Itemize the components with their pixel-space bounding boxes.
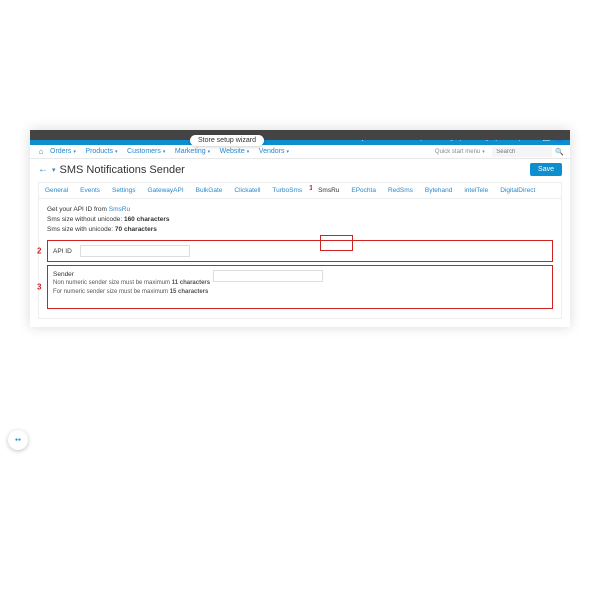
tab-inteltele[interactable]: intelTele — [458, 183, 494, 198]
annotation-3: 3 — [37, 283, 41, 292]
chat-fab[interactable]: ●● — [8, 430, 28, 450]
tab-clickatell[interactable]: Clickatell — [228, 183, 266, 198]
search-input[interactable] — [492, 147, 552, 157]
nav-marketing[interactable]: Marketing — [175, 148, 212, 155]
app-window: ≡ Add-ons Administration Settings Design… — [30, 130, 570, 327]
nav-bar: ⌂ Orders Products Customers Marketing We… — [30, 145, 570, 159]
tab-smsru[interactable]: SmsRu — [312, 183, 345, 198]
search-icon[interactable]: 🔍 — [555, 148, 564, 156]
info-text: Get your API ID from SmsRu Sms size with… — [47, 205, 553, 234]
home-icon[interactable]: ⌂ — [36, 147, 46, 156]
save-button[interactable]: Save — [530, 163, 562, 176]
nav-vendors[interactable]: Vendors — [259, 148, 291, 155]
sender-label: Sender — [53, 270, 213, 279]
quick-start-menu[interactable]: Quick start menu — [435, 149, 486, 155]
sender-hint-1: Non numeric sender size must be maximum … — [53, 279, 213, 287]
nav-customers[interactable]: Customers — [127, 148, 167, 155]
api-id-input[interactable] — [80, 245, 190, 257]
tab-settings[interactable]: Settings — [106, 183, 142, 198]
sender-input[interactable] — [213, 270, 323, 282]
api-id-label: API ID — [53, 247, 72, 256]
settings-panel: GeneralEventsSettingsGatewayAPIBulkGateC… — [38, 182, 562, 319]
nav-orders[interactable]: Orders — [50, 148, 77, 155]
tab-bulkgate[interactable]: BulkGate — [190, 183, 229, 198]
nav-website[interactable]: Website — [220, 148, 251, 155]
tab-content: Get your API ID from SmsRu Sms size with… — [39, 199, 561, 318]
api-id-row: 2 API ID — [47, 240, 553, 262]
page-header: ← ▾ SMS Notifications Sender Save — [30, 159, 570, 180]
tab-bytehand[interactable]: Bytehand — [419, 183, 458, 198]
setup-wizard-pill[interactable]: Store setup wizard — [190, 135, 264, 146]
smsru-link[interactable]: SmsRu — [109, 206, 130, 213]
sender-row: 3 Sender Non numeric sender size must be… — [47, 265, 553, 309]
tab-epochta[interactable]: EPochta — [345, 183, 382, 198]
sender-hint-2: For numeric sender size must be maximum … — [53, 288, 213, 296]
tab-redsms[interactable]: RedSms — [382, 183, 419, 198]
page-title: SMS Notifications Sender — [60, 164, 185, 176]
tab-bar: GeneralEventsSettingsGatewayAPIBulkGateC… — [39, 183, 561, 199]
tab-general[interactable]: General — [39, 183, 74, 198]
tab-digitaldirect[interactable]: DigitalDirect — [494, 183, 541, 198]
tab-events[interactable]: Events — [74, 183, 106, 198]
annotation-2: 2 — [37, 247, 41, 256]
back-button[interactable]: ← — [38, 164, 48, 175]
tab-gatewayapi[interactable]: GatewayAPI — [142, 183, 190, 198]
nav-products[interactable]: Products — [85, 148, 119, 155]
back-caret-icon: ▾ — [52, 166, 56, 174]
tab-turbosms[interactable]: TurboSms — [266, 183, 308, 198]
